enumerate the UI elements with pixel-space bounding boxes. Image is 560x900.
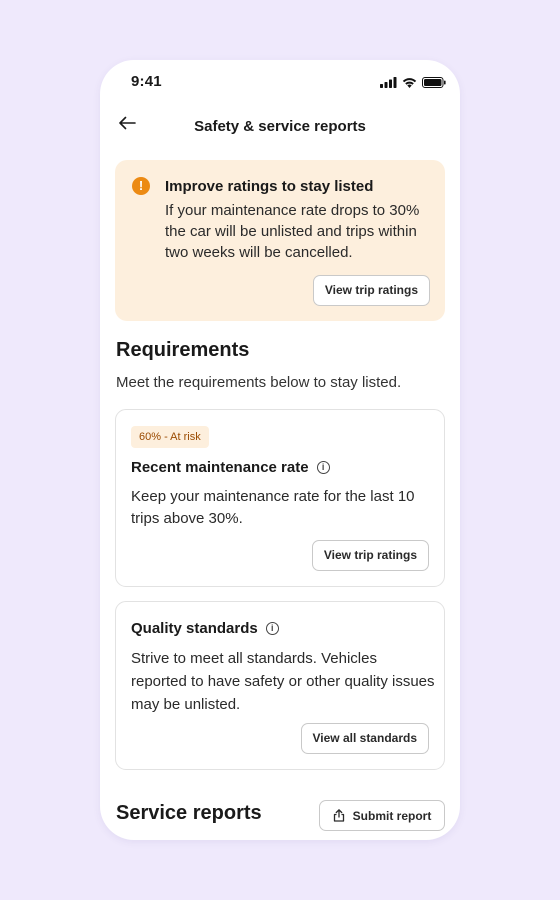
- maintenance-rate-card: 60% - At risk Recent maintenance rate i …: [115, 409, 445, 587]
- status-badge: 60% - At risk: [131, 426, 209, 448]
- card-description: Keep your maintenance rate for the last …: [131, 488, 415, 527]
- battery-icon: [422, 75, 446, 93]
- card-title-text: Recent maintenance rate: [131, 459, 309, 476]
- wifi-icon: [402, 75, 417, 93]
- signal-icon: [380, 75, 397, 93]
- phone-screen: 9:41 Safety & service reports ! Improve …: [100, 60, 460, 840]
- exclamation-icon: !: [132, 177, 150, 195]
- banner-message: If your maintenance rate drops to 30% th…: [165, 202, 420, 261]
- view-trip-ratings-button[interactable]: View trip ratings: [311, 540, 429, 571]
- view-all-standards-button[interactable]: View all standards: [300, 723, 429, 754]
- card-title-text: Quality standards: [131, 620, 258, 637]
- requirements-subtitle: Meet the requirements below to stay list…: [116, 374, 402, 391]
- submit-report-label: Submit report: [352, 808, 432, 823]
- share-icon: [333, 809, 344, 822]
- quality-standards-card: Quality standards i Strive to meet all s…: [115, 601, 445, 770]
- header: Safety & service reports: [100, 108, 460, 148]
- card-title: Recent maintenance rate i: [131, 459, 330, 476]
- page-title: Safety & service reports: [194, 118, 366, 135]
- info-icon[interactable]: i: [265, 622, 279, 635]
- warning-banner: ! Improve ratings to stay listed If your…: [115, 160, 445, 321]
- view-trip-ratings-button[interactable]: View trip ratings: [312, 275, 430, 306]
- requirements-heading: Requirements: [116, 339, 250, 361]
- status-time: 9:41: [131, 73, 162, 90]
- card-description: Strive to meet all standards. Vehicles r…: [131, 650, 435, 713]
- info-icon[interactable]: i: [316, 461, 330, 474]
- submit-report-button[interactable]: Submit report: [319, 800, 445, 831]
- card-title: Quality standards i: [131, 620, 279, 637]
- status-icons: [380, 75, 446, 93]
- status-bar: 9:41: [100, 60, 460, 104]
- service-reports-heading: Service reports: [116, 802, 262, 824]
- banner-title: Improve ratings to stay listed: [165, 178, 374, 195]
